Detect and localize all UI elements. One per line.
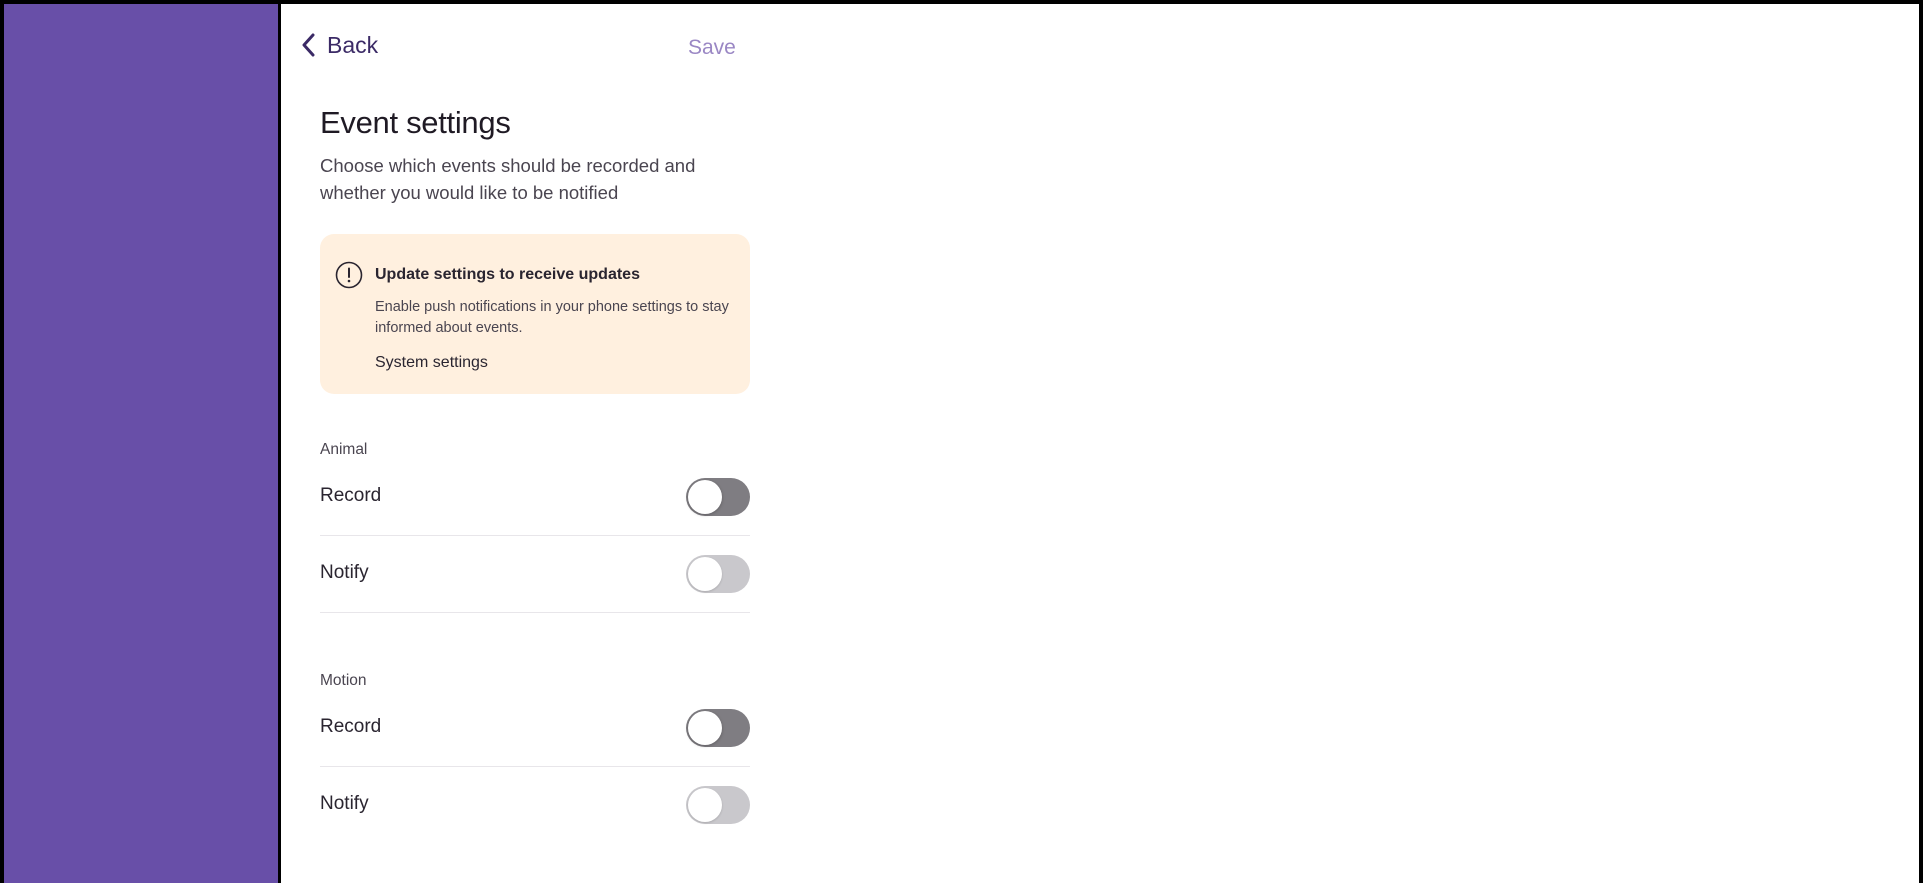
section-label-motion: Motion — [320, 672, 367, 689]
system-settings-link[interactable]: System settings — [375, 352, 488, 374]
alert-title: Update settings to receive updates — [375, 266, 640, 283]
setting-row-motion-record: Record — [320, 690, 750, 767]
exclamation-circle-icon — [335, 261, 363, 289]
setting-row-animal-notify: Notify — [320, 536, 750, 613]
setting-row-animal-record: Record — [320, 459, 750, 536]
page-title: Event settings — [320, 105, 511, 140]
row-divider — [320, 612, 750, 613]
motion-notify-toggle[interactable] — [686, 786, 750, 824]
event-settings-panel: Back Save Event settings Choose which ev… — [281, 4, 1919, 883]
setting-label: Notify — [320, 793, 369, 814]
back-label: Back — [327, 32, 379, 58]
app-window: Back Save Event settings Choose which ev… — [4, 4, 1919, 883]
toggle-knob — [688, 788, 722, 822]
setting-label: Record — [320, 716, 382, 737]
animal-record-toggle[interactable] — [686, 478, 750, 516]
section-label-animal: Animal — [320, 441, 368, 458]
motion-record-toggle[interactable] — [686, 709, 750, 747]
animal-notify-toggle[interactable] — [686, 555, 750, 593]
setting-label: Record — [320, 485, 382, 506]
notification-alert-banner: Update settings to receive updates Enabl… — [320, 234, 750, 394]
navigation-bar: Back Save — [281, 4, 751, 84]
save-button[interactable]: Save — [688, 34, 736, 62]
toggle-knob — [688, 557, 722, 591]
chevron-left-icon — [302, 33, 315, 57]
alert-description: Enable push notifications in your phone … — [375, 299, 729, 336]
page-subtitle: Choose which events should be recorded a… — [320, 155, 696, 203]
toggle-knob — [688, 711, 722, 745]
setting-row-motion-notify: Notify — [320, 767, 750, 844]
sidebar — [4, 4, 278, 883]
setting-label: Notify — [320, 562, 369, 583]
back-button[interactable]: Back — [301, 30, 378, 60]
toggle-knob — [688, 480, 722, 514]
